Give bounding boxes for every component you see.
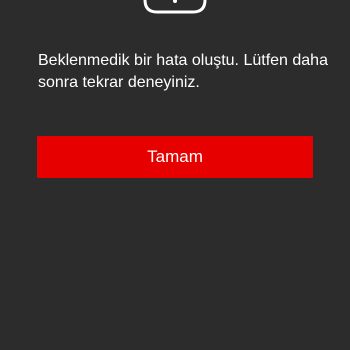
error-screen: Beklenmedik bir hata oluştu. Lütfen daha…: [0, 0, 350, 350]
error-cloud-icon: [143, 0, 207, 14]
error-message: Beklenmedik bir hata oluştu. Lütfen daha…: [38, 52, 328, 91]
ok-button[interactable]: Tamam: [37, 136, 313, 178]
